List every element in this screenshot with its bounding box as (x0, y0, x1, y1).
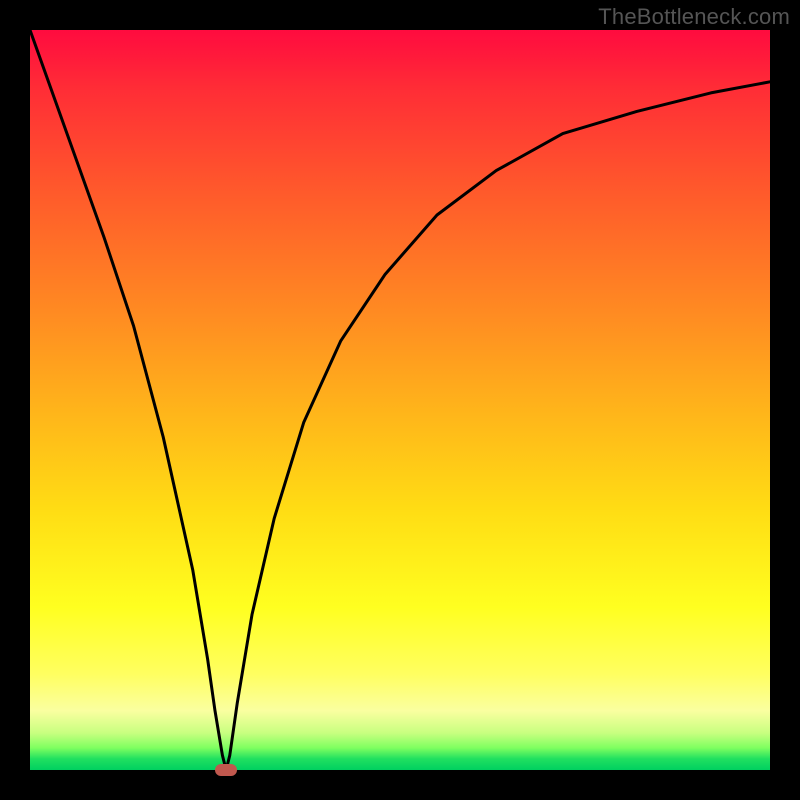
bottleneck-curve (30, 30, 770, 770)
plot-area (30, 30, 770, 770)
chart-frame: TheBottleneck.com (0, 0, 800, 800)
attribution-text: TheBottleneck.com (598, 4, 790, 30)
curve-path (30, 30, 770, 770)
optimum-marker (215, 764, 237, 776)
